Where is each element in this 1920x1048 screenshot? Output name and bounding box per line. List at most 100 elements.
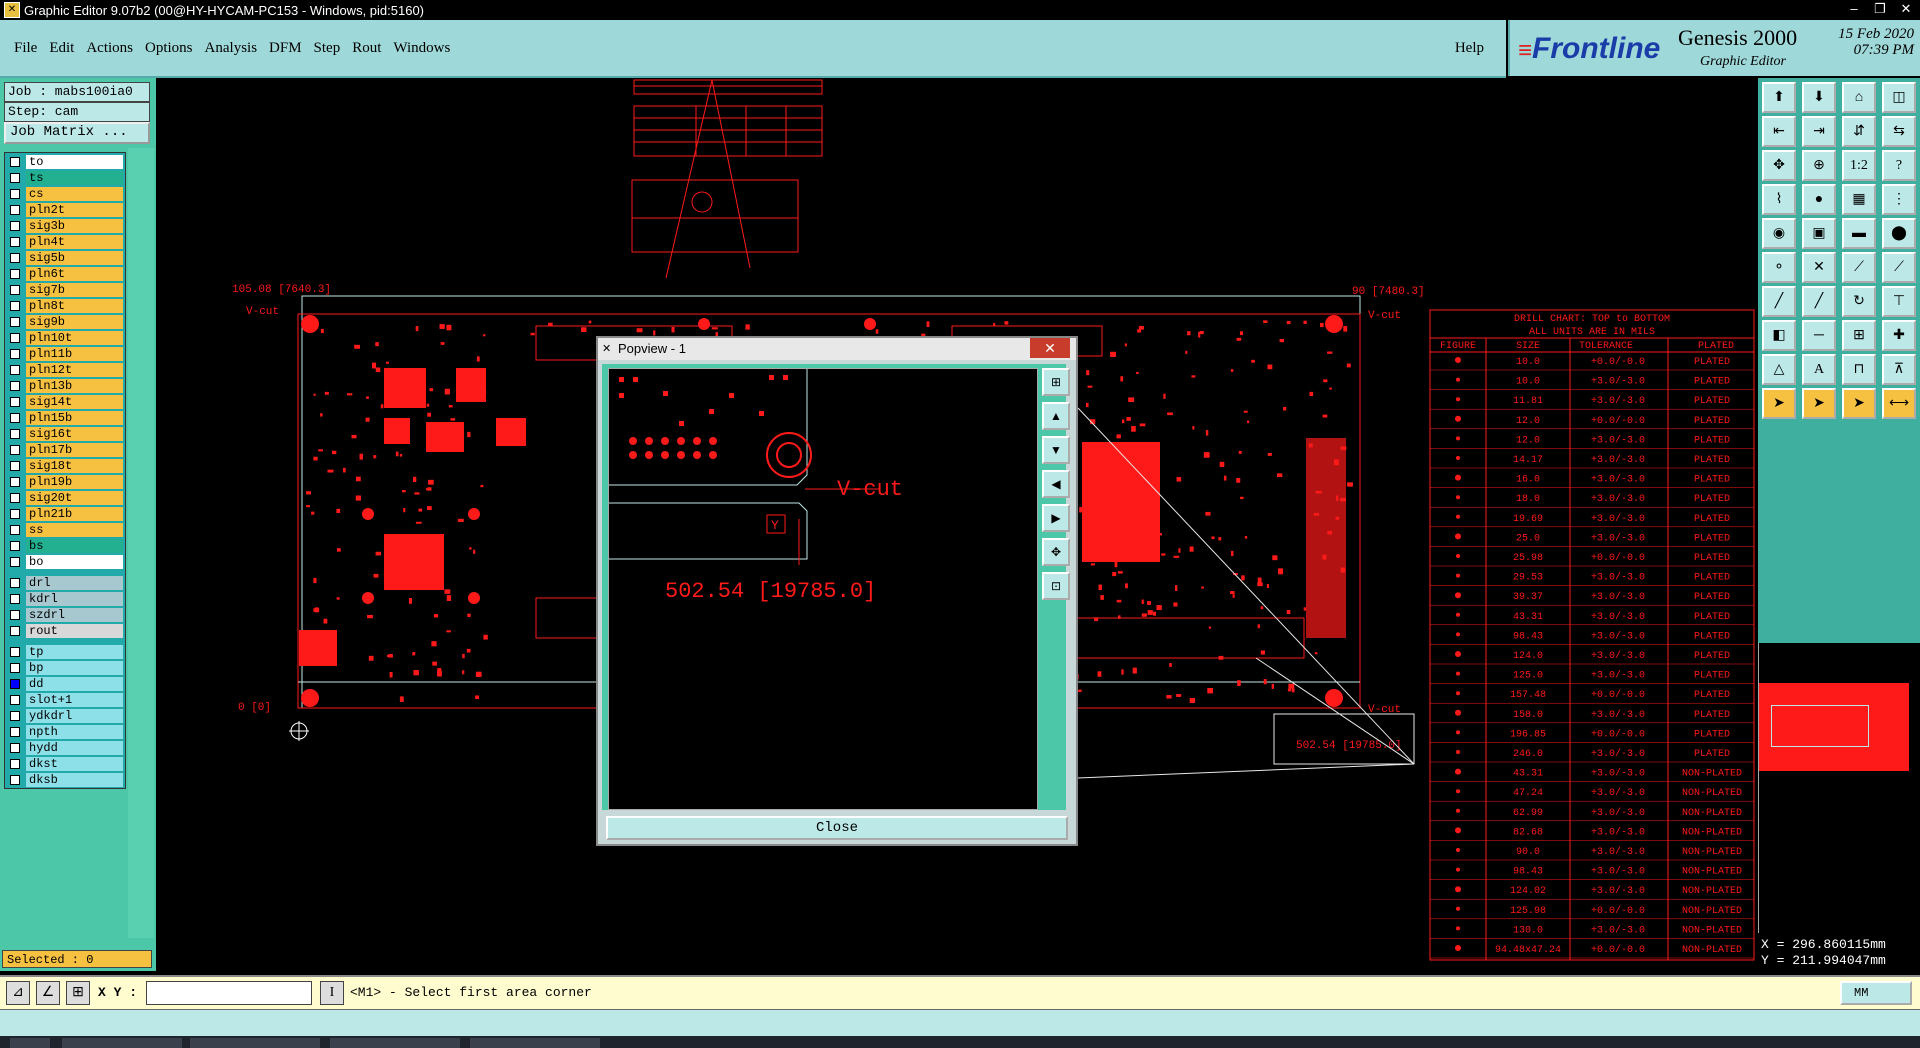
- layer-name[interactable]: dksb: [26, 772, 123, 787]
- popview-zoom-out-icon[interactable]: ⊡: [1042, 572, 1070, 600]
- tool-button-icon[interactable]: ⇵: [1842, 116, 1876, 147]
- overview-preview[interactable]: [1758, 643, 1920, 933]
- popview-zoom-fit-icon[interactable]: ✥: [1042, 538, 1070, 566]
- layer-name[interactable]: dkst: [26, 756, 123, 771]
- layer-checkbox[interactable]: [10, 508, 20, 519]
- tool-button-icon[interactable]: ⇆: [1882, 116, 1916, 147]
- layer-checkbox[interactable]: [10, 188, 20, 199]
- layer-name[interactable]: bs: [26, 538, 123, 553]
- layer-checkbox[interactable]: [10, 172, 20, 183]
- layer-row[interactable]: szdrl: [5, 607, 125, 622]
- xy-input[interactable]: [146, 981, 312, 1005]
- tool-button-icon[interactable]: ⬤: [1882, 218, 1916, 249]
- popview-close-button[interactable]: Close: [606, 816, 1068, 840]
- tool-button-icon[interactable]: ➤: [1762, 388, 1796, 419]
- tool-button-icon[interactable]: ▣: [1802, 218, 1836, 249]
- layer-row[interactable]: pln10t: [5, 330, 125, 345]
- tool-button-icon[interactable]: ⟋: [1842, 252, 1876, 283]
- taskbar-item[interactable]: [62, 1038, 182, 1048]
- layer-row[interactable]: sig20t: [5, 490, 125, 505]
- layer-row[interactable]: dkst: [5, 756, 125, 771]
- layer-checkbox[interactable]: [10, 646, 20, 657]
- layer-row[interactable]: hydd: [5, 740, 125, 755]
- layer-scroll-strip[interactable]: [128, 148, 154, 938]
- tool-button-icon[interactable]: ⬆: [1762, 82, 1796, 113]
- layer-name[interactable]: tp: [26, 644, 123, 659]
- layer-row[interactable]: pln8t: [5, 298, 125, 313]
- layer-name[interactable]: pln10t: [26, 330, 123, 345]
- layer-row[interactable]: pln12t: [5, 362, 125, 377]
- layer-checkbox[interactable]: [10, 316, 20, 327]
- layer-checkbox[interactable]: [10, 593, 20, 604]
- taskbar-item[interactable]: [330, 1038, 460, 1048]
- layer-name[interactable]: kdrl: [26, 591, 123, 606]
- layer-checkbox[interactable]: [10, 236, 20, 247]
- layer-name[interactable]: cs: [26, 186, 123, 201]
- layer-row[interactable]: pln11b: [5, 346, 125, 361]
- layer-row[interactable]: bs: [5, 538, 125, 553]
- layer-row[interactable]: kdrl: [5, 591, 125, 606]
- layer-name[interactable]: pln8t: [26, 298, 123, 313]
- tool-button-icon[interactable]: ⇥: [1802, 116, 1836, 147]
- restore-icon[interactable]: ❐: [1872, 1, 1888, 17]
- tool-button-icon[interactable]: ✕: [1802, 252, 1836, 283]
- layer-name[interactable]: sig16t: [26, 426, 123, 441]
- tool-button-icon[interactable]: ⊞: [1842, 320, 1876, 351]
- layer-row[interactable]: sig5b: [5, 250, 125, 265]
- job-matrix-button[interactable]: Job Matrix ...: [4, 122, 150, 144]
- layer-row[interactable]: pln4t: [5, 234, 125, 249]
- layer-row[interactable]: ss: [5, 522, 125, 537]
- popview-pan-right-icon[interactable]: ▶: [1042, 504, 1070, 532]
- layer-row[interactable]: slot+1: [5, 692, 125, 707]
- tool-button-icon[interactable]: ⟷: [1882, 388, 1916, 419]
- layer-name[interactable]: rout: [26, 623, 123, 638]
- layer-row[interactable]: pln13b: [5, 378, 125, 393]
- tool-button-icon[interactable]: ➤: [1802, 388, 1836, 419]
- layer-row[interactable]: ydkdrl: [5, 708, 125, 723]
- tool-button-icon[interactable]: ⇤: [1762, 116, 1796, 147]
- layer-name[interactable]: bo: [26, 554, 123, 569]
- tool-button-icon[interactable]: ⟋: [1882, 252, 1916, 283]
- layer-checkbox[interactable]: [10, 204, 20, 215]
- tool-button-icon[interactable]: ●: [1802, 184, 1836, 215]
- popview-zoom-in-icon[interactable]: ⊞: [1042, 368, 1070, 396]
- layer-row[interactable]: bo: [5, 554, 125, 569]
- layer-name[interactable]: ss: [26, 522, 123, 537]
- layer-checkbox[interactable]: [10, 678, 20, 689]
- tool-button-icon[interactable]: ⚬: [1762, 252, 1796, 283]
- menu-help[interactable]: Help: [1455, 40, 1484, 57]
- layer-row[interactable]: sig14t: [5, 394, 125, 409]
- layer-checkbox[interactable]: [10, 726, 20, 737]
- layer-row[interactable]: npth: [5, 724, 125, 739]
- tool-button-icon[interactable]: ⬇: [1802, 82, 1836, 113]
- tool-button-icon[interactable]: ⊕: [1802, 150, 1836, 181]
- layer-checkbox[interactable]: [10, 609, 20, 620]
- layer-name[interactable]: ydkdrl: [26, 708, 123, 723]
- tool-button-icon[interactable]: ─: [1802, 320, 1836, 351]
- layer-checkbox[interactable]: [10, 460, 20, 471]
- tool-button-icon[interactable]: ◧: [1762, 320, 1796, 351]
- menu-item-options[interactable]: Options: [145, 40, 193, 56]
- layer-checkbox[interactable]: [10, 428, 20, 439]
- tool-button-icon[interactable]: A: [1802, 354, 1836, 385]
- layer-row[interactable]: pln21b: [5, 506, 125, 521]
- minimize-icon[interactable]: –: [1846, 1, 1862, 17]
- layer-row[interactable]: pln19b: [5, 474, 125, 489]
- grid-icon[interactable]: ⊞: [66, 981, 90, 1005]
- tool-button-icon[interactable]: △: [1762, 354, 1796, 385]
- close-icon[interactable]: ✕: [1898, 1, 1914, 17]
- layer-row[interactable]: pln2t: [5, 202, 125, 217]
- menu-item-analysis[interactable]: Analysis: [205, 40, 258, 56]
- tool-button-icon[interactable]: 1:2: [1842, 150, 1876, 181]
- layer-row[interactable]: sig3b: [5, 218, 125, 233]
- layer-name[interactable]: npth: [26, 724, 123, 739]
- tool-button-icon[interactable]: ◫: [1882, 82, 1916, 113]
- layer-row[interactable]: dksb: [5, 772, 125, 787]
- angle-icon[interactable]: ∠: [36, 981, 60, 1005]
- layer-name[interactable]: szdrl: [26, 607, 123, 622]
- layer-name[interactable]: sig3b: [26, 218, 123, 233]
- layer-checkbox[interactable]: [10, 364, 20, 375]
- text-cursor-icon[interactable]: I: [320, 981, 344, 1005]
- layer-row[interactable]: ts: [5, 170, 125, 185]
- layer-checkbox[interactable]: [10, 252, 20, 263]
